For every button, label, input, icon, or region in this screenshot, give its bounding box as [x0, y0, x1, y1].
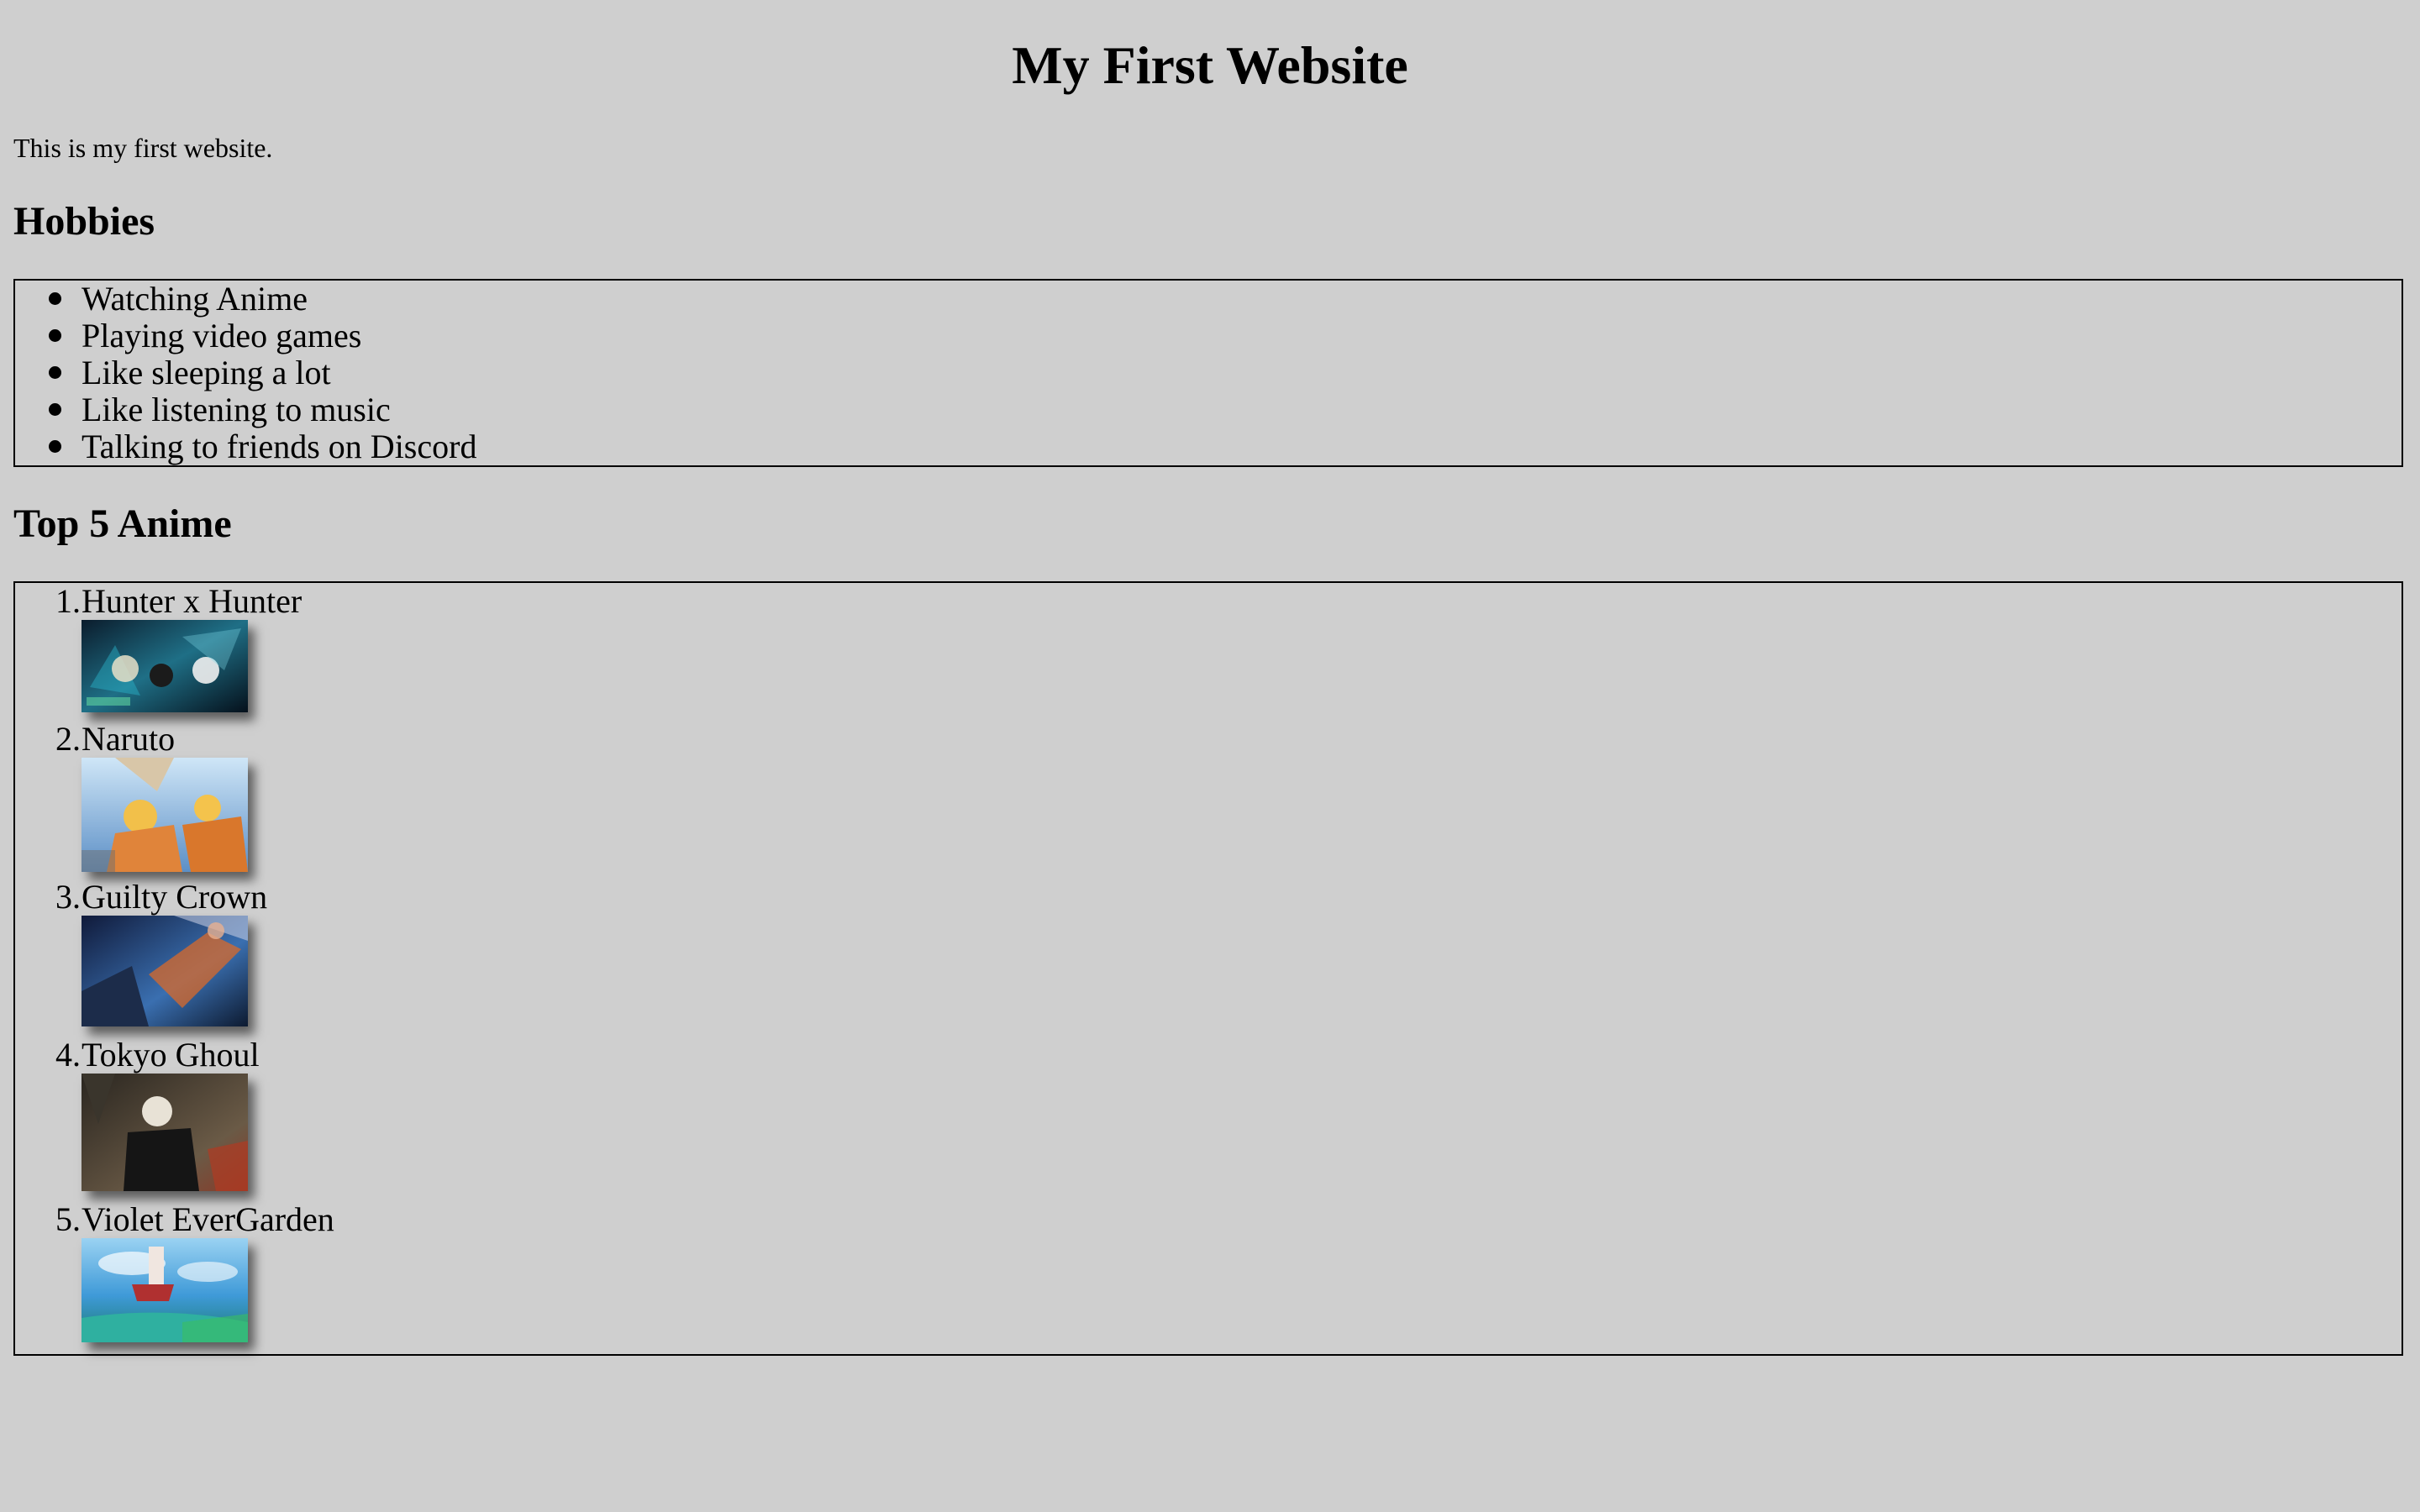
- naruto-image: [82, 758, 248, 872]
- anime-title: Hunter x Hunter: [82, 582, 302, 620]
- hobbies-list-box: Watching Anime Playing video games Like …: [13, 279, 2403, 467]
- violet-evergarden-image: [82, 1238, 248, 1342]
- anime-number: 5.: [55, 1200, 81, 1238]
- anime-number: 1.: [55, 582, 81, 620]
- hobby-label: Watching Anime: [82, 280, 308, 318]
- anime-title: Tokyo Ghoul: [82, 1036, 260, 1074]
- anime-title: Naruto: [82, 720, 176, 758]
- hobby-label: Like sleeping a lot: [82, 354, 331, 391]
- anime-title: Violet EverGarden: [82, 1200, 334, 1238]
- bullet-icon: [49, 329, 61, 342]
- anime-number: 3.: [55, 878, 81, 916]
- hobby-label: Talking to friends on Discord: [82, 428, 477, 465]
- intro-text: This is my first website.: [13, 133, 273, 163]
- bullet-icon: [49, 440, 61, 453]
- page-title: My First Website: [1012, 35, 1408, 95]
- hobby-label: Playing video games: [82, 317, 362, 354]
- anime-number: 2.: [55, 720, 81, 758]
- bullet-icon: [49, 366, 61, 379]
- anime-title: Guilty Crown: [82, 878, 268, 916]
- page: My First Website This is my first websit…: [0, 0, 2420, 1512]
- hobbies-heading: Hobbies: [13, 199, 155, 244]
- bullet-icon: [49, 403, 61, 416]
- anime-heading: Top 5 Anime: [13, 501, 232, 546]
- hobby-label: Like listening to music: [82, 391, 391, 428]
- hunter-x-hunter-image: [82, 620, 248, 712]
- guilty-crown-image: [82, 916, 248, 1026]
- tokyo-ghoul-image: [82, 1074, 248, 1191]
- anime-number: 4.: [55, 1036, 81, 1074]
- anime-list-box: 1. Hunter x Hunter 2. Naruto 3. Guilty C…: [13, 581, 2403, 1356]
- bullet-icon: [49, 292, 61, 305]
